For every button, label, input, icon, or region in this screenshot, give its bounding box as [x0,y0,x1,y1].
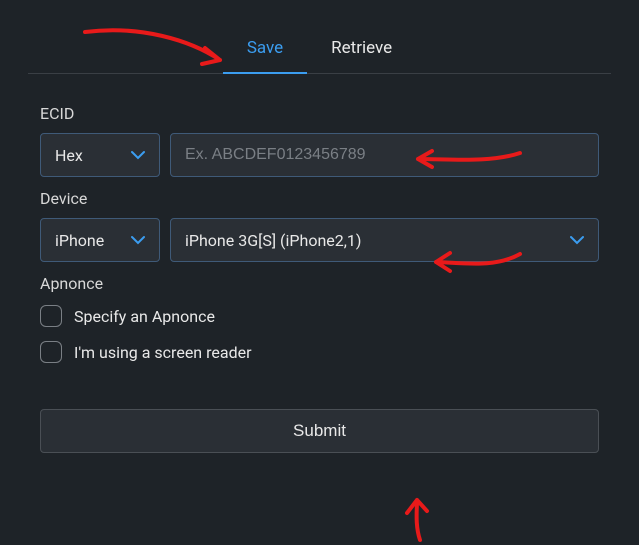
device-model-value: iPhone 3G[S] (iPhone2,1) [185,231,361,250]
device-model-select[interactable]: iPhone 3G[S] (iPhone2,1) [170,218,599,262]
submit-button[interactable]: Submit [40,409,599,453]
device-label: Device [40,189,599,208]
form: ECID Hex Device iPhone iPhone 3G[S] (iPh… [0,74,639,453]
ecid-format-select[interactable]: Hex [40,133,160,177]
chevron-down-icon [131,148,145,162]
tab-bar: Save Retrieve [28,0,611,74]
device-type-value: iPhone [55,231,104,250]
device-type-select[interactable]: iPhone [40,218,160,262]
ecid-label: ECID [40,104,599,123]
tab-retrieve[interactable]: Retrieve [307,28,416,74]
chevron-down-icon [570,233,584,247]
apnonce-checkbox[interactable] [40,305,62,327]
screenreader-checkbox[interactable] [40,341,62,363]
ecid-input[interactable] [185,146,584,164]
screenreader-checkbox-label: I'm using a screen reader [74,343,252,362]
ecid-input-wrap [170,133,599,177]
annotation-arrow [395,495,445,545]
ecid-format-value: Hex [55,146,83,165]
apnonce-label: Apnonce [40,274,599,293]
tab-save[interactable]: Save [223,28,307,74]
apnonce-checkbox-label: Specify an Apnonce [74,307,215,326]
chevron-down-icon [131,233,145,247]
